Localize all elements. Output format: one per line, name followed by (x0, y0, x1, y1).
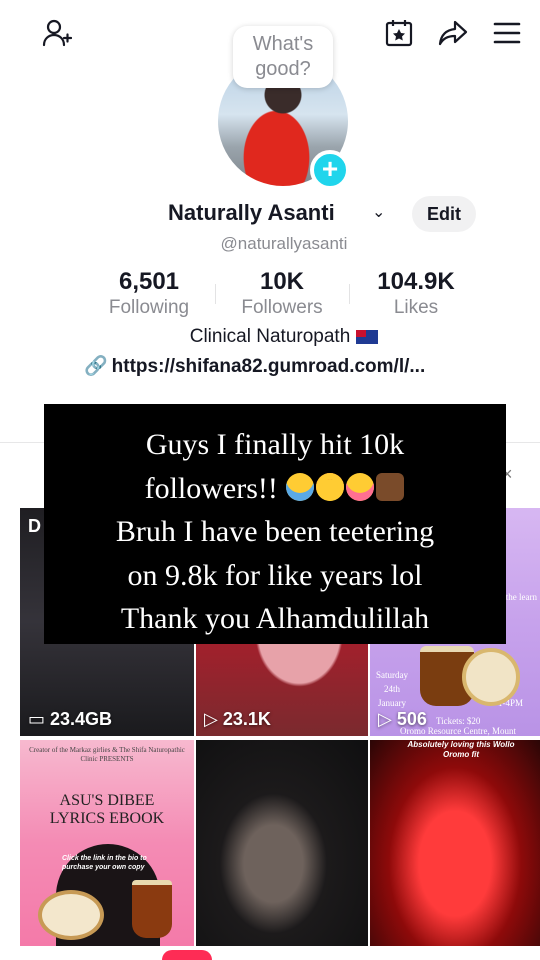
video-tile[interactable]: Absolutely loving this Wollo Oromo fit (370, 740, 540, 946)
stat-likes[interactable]: 104.9K Likes (366, 268, 466, 320)
tile-text: January (378, 698, 406, 708)
calendar-star-icon[interactable] (382, 16, 416, 50)
stat-divider (215, 284, 216, 304)
edit-profile-button[interactable]: Edit (412, 196, 476, 232)
chevron-down-icon[interactable]: ⌄ (372, 202, 385, 222)
tile-text: Tickets: $20 (436, 716, 481, 726)
overlay-line: Guys I finally hit 10k (145, 428, 405, 461)
add-story-button[interactable]: + (310, 150, 350, 190)
video-tile[interactable] (196, 740, 368, 946)
australia-flag-icon (356, 329, 379, 344)
tile-caption: Absolutely loving this Wollo Oromo fit (407, 740, 515, 759)
ebook-title-line: ASU'S DIBEE (59, 792, 155, 809)
stat-label: Likes (393, 297, 439, 318)
tile-text: 24th (384, 684, 401, 694)
tab-bar (0, 946, 540, 960)
hamburger-icon[interactable] (490, 16, 524, 50)
profile-link[interactable]: 🔗 https://shifana82.gumroad.com/l/... (84, 354, 425, 378)
ebook-title-line: LYRICS EBOOK (49, 810, 165, 827)
profile-name: Naturally Asanti (168, 200, 335, 225)
profile-bio: Clinical Naturopath (0, 326, 540, 348)
crying-face-icon (286, 472, 315, 501)
tambourine-image (38, 890, 104, 940)
stat-followers[interactable]: 10K Followers (230, 268, 334, 320)
status-bubble-line: What's (252, 33, 314, 55)
add-user-icon[interactable] (40, 16, 74, 50)
overlay-line: on 9.8k for like years lol (127, 558, 423, 592)
overlay-line-emoji: followers!! (44, 467, 506, 511)
tile-size-badge: ▭ 23.4GB (28, 709, 113, 729)
link-icon: 🔗 (84, 356, 108, 377)
heart-eyes-icon (316, 472, 345, 501)
caption-overlay: Guys I finally hit 10k followers!! Bruh … (44, 404, 506, 644)
stat-value: 6,501 (118, 268, 180, 295)
tile-corner-text: D (28, 516, 41, 536)
stat-value: 10K (259, 268, 305, 295)
stat-label: Following (108, 297, 190, 318)
overlay-line: followers!! (144, 471, 278, 505)
squinting-tongue-icon (346, 472, 375, 501)
stat-label: Followers (241, 297, 323, 318)
stat-following[interactable]: 6,501 Following (100, 268, 198, 320)
profile-link-text: https://shifana82.gumroad.com/l/... (111, 356, 426, 377)
raised-hands-icon (376, 472, 405, 501)
tile-views-badge: ▷ 506 (378, 709, 427, 729)
status-bubble[interactable]: What's good? (233, 26, 333, 88)
video-tile[interactable]: Creator of the Markaz girlies & The Shif… (20, 740, 194, 946)
ebook-title: ASU'S DIBEE LYRICS EBOOK (20, 792, 194, 828)
bio-text: Clinical Naturopath (189, 326, 351, 347)
overlay-line: Thank you Alhamdulillah (120, 602, 430, 635)
drum-image (132, 880, 172, 938)
stat-divider (349, 284, 350, 304)
ebook-header: Creator of the Markaz girlies & The Shif… (29, 746, 185, 763)
tile-text: Saturday (376, 670, 408, 680)
status-bubble-line: good? (255, 58, 311, 80)
stat-value: 104.9K (377, 268, 455, 295)
notification-badge[interactable] (162, 950, 212, 960)
tambourine-image (462, 648, 520, 706)
ebook-caption: Click the link in the bio to purchase yo… (62, 855, 147, 871)
tile-views-badge: ▷ 23.1K (204, 709, 271, 729)
profile-handle: @naturallyasanti (220, 234, 348, 253)
overlay-line: Bruh I have been teetering (115, 515, 435, 548)
share-arrow-icon[interactable] (436, 16, 470, 50)
name-row: Naturally Asanti ⌄ Edit (0, 196, 540, 232)
